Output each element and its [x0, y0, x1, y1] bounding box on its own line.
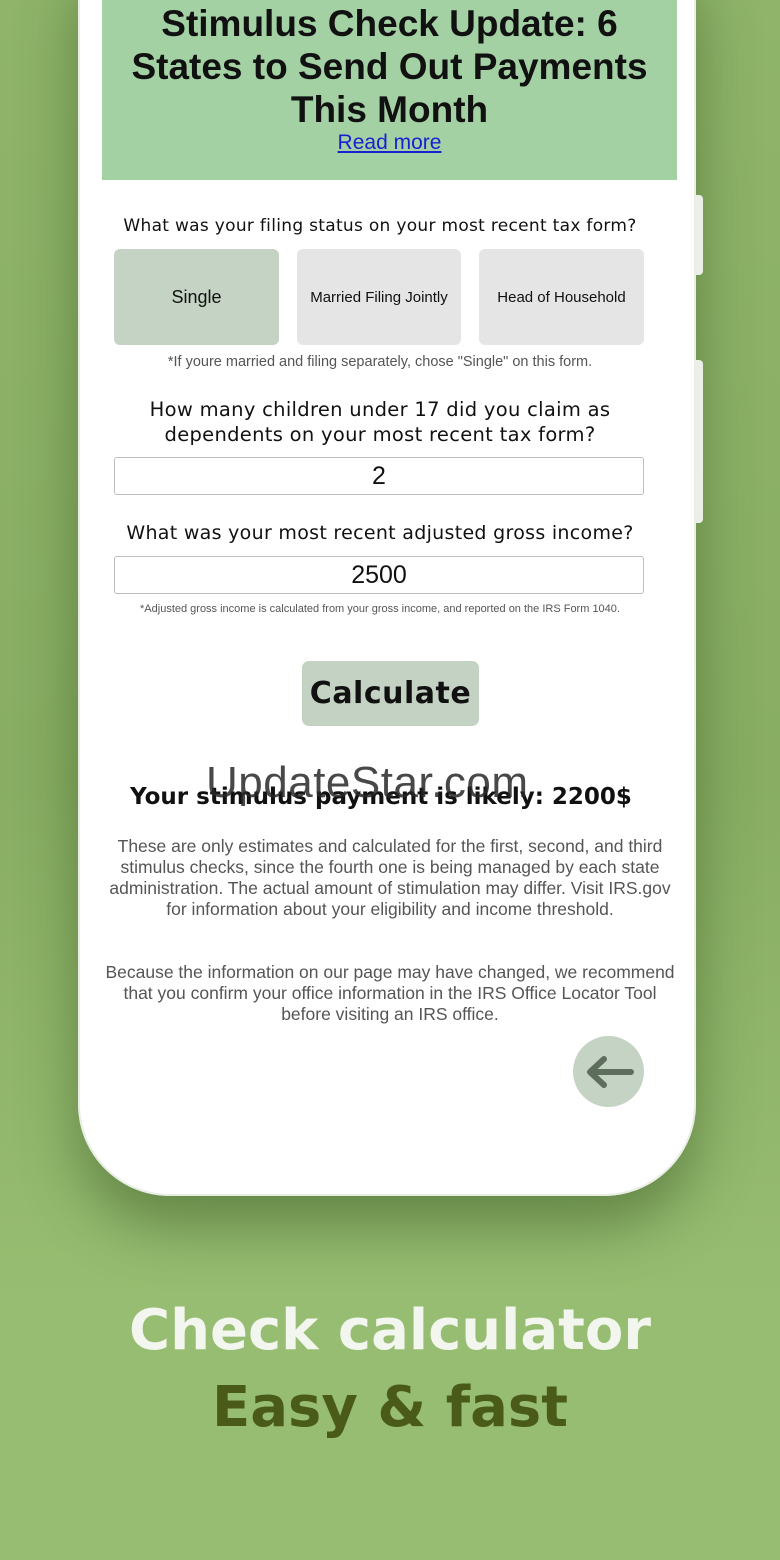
income-note: *Adjusted gross income is calculated fro…	[140, 603, 620, 615]
read-more-link[interactable]: Read more	[338, 131, 442, 155]
disclaimer-estimates: These are only estimates and calculated …	[109, 836, 671, 919]
banner-title: Stimulus Check Update: 6 States to Send …	[131, 3, 648, 130]
income-question: What was your most recent adjusted gross…	[126, 522, 634, 544]
income-input[interactable]: 2500	[114, 556, 644, 594]
calculate-button[interactable]: Calculate	[302, 661, 479, 726]
filing-option-married-jointly[interactable]: Married Filing Jointly	[297, 249, 461, 345]
arrow-left-icon	[586, 1055, 634, 1088]
filing-option-head-of-household[interactable]: Head of Household	[479, 249, 644, 345]
tagline-line1: Check calculator	[129, 1298, 651, 1363]
phone-side-button	[696, 360, 703, 523]
children-question: How many children under 17 did you claim…	[149, 398, 611, 446]
news-banner: Stimulus Check Update: 6 States to Send …	[102, 0, 677, 180]
filing-status-note: *If youre married and filing separately,…	[167, 354, 593, 370]
phone-side-button	[696, 195, 703, 275]
filing-option-single[interactable]: Single	[114, 249, 279, 345]
watermark: UpdateStar.com	[206, 758, 529, 807]
tagline-line2: Easy & fast	[212, 1375, 568, 1440]
children-input[interactable]: 2	[114, 457, 644, 495]
filing-status-question: What was your filing status on your most…	[123, 216, 637, 236]
disclaimer-office: Because the information on our page may …	[105, 962, 675, 1024]
back-button[interactable]	[573, 1036, 644, 1107]
